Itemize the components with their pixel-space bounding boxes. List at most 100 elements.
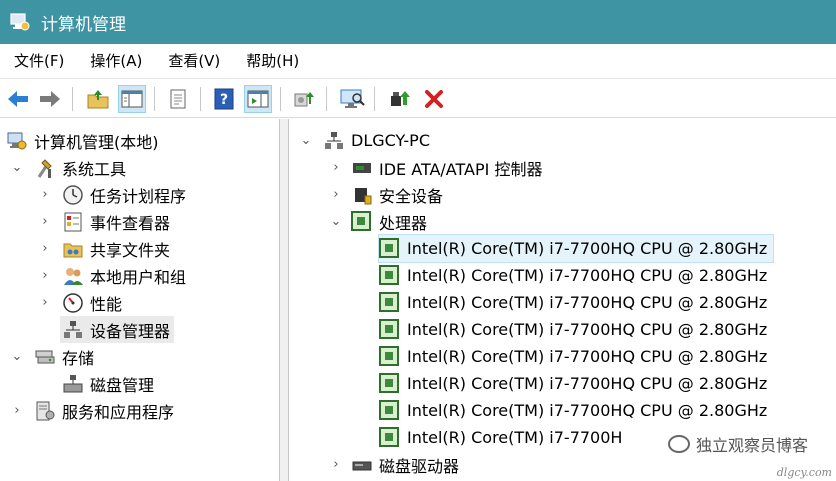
users-icon xyxy=(62,265,84,287)
tree-item-disk-management[interactable]: 磁盘管理 xyxy=(60,370,154,397)
computer-management-icon xyxy=(9,11,31,33)
tree-item-label: 存储 xyxy=(62,348,95,368)
help-icon[interactable]: ? xyxy=(210,85,238,113)
disk-management-icon xyxy=(62,373,84,395)
menu-view[interactable]: 查看(V) xyxy=(154,44,232,78)
device-label: Intel(R) Core(TM) i7-7700HQ CPU @ 2.80GH… xyxy=(407,320,768,339)
chevron-right-icon[interactable]: › xyxy=(10,403,24,418)
chevron-down-icon[interactable]: ⌄ xyxy=(10,349,24,364)
tree-item-label: 事件查看器 xyxy=(90,213,171,233)
menu-bar: 文件(F) 操作(A) 查看(V) 帮助(H) xyxy=(0,44,836,78)
tree-item-label: 计算机管理(本地) xyxy=(34,132,159,152)
tree-item-performance[interactable]: › 性能 xyxy=(38,289,122,316)
device-item-cpu[interactable]: Intel(R) Core(TM) i7-7700H xyxy=(379,424,622,451)
tree-item-shared-folders[interactable]: › 共享文件夹 xyxy=(38,235,170,262)
tree-item-device-manager[interactable]: 设备管理器 xyxy=(60,316,175,343)
processor-icon xyxy=(379,399,401,422)
device-label: Intel(R) Core(TM) i7-7700H xyxy=(407,428,623,447)
chevron-right-icon[interactable]: › xyxy=(38,295,52,310)
toolbar-separator xyxy=(280,87,281,111)
device-label: 处理器 xyxy=(379,213,428,233)
device-category-processors[interactable]: ⌄ 处理器 xyxy=(329,208,427,235)
performance-gauge-icon xyxy=(62,292,84,314)
device-item-cpu[interactable]: Intel(R) Core(TM) i7-7700HQ CPU @ 2.80GH… xyxy=(379,343,767,370)
processor-icon xyxy=(379,264,401,287)
tree-item-services-apps[interactable]: › 服务和应用程序 xyxy=(10,397,174,424)
show-hide-tree-icon[interactable] xyxy=(118,85,146,113)
chevron-right-icon[interactable]: › xyxy=(38,187,52,202)
ide-controller-icon xyxy=(351,157,373,179)
enable-device-icon[interactable] xyxy=(386,85,414,113)
chevron-down-icon[interactable]: ⌄ xyxy=(329,214,343,229)
device-label: Intel(R) Core(TM) i7-7700HQ CPU @ 2.80GH… xyxy=(407,266,768,285)
device-item-cpu[interactable]: Intel(R) Core(TM) i7-7700HQ CPU @ 2.80GH… xyxy=(379,316,767,343)
back-arrow-icon[interactable] xyxy=(4,85,32,113)
event-log-icon xyxy=(62,211,84,233)
services-icon xyxy=(34,400,56,422)
chevron-down-icon[interactable]: ⌄ xyxy=(299,133,313,148)
tree-item-event-viewer[interactable]: › 事件查看器 xyxy=(38,208,170,235)
device-label: Intel(R) Core(TM) i7-7700HQ CPU @ 2.80GH… xyxy=(407,347,768,366)
console-tree: 计算机管理(本地) ⌄ 系统工具 › 任务计划程序 › 事件查看器 › 共享文件… xyxy=(0,119,280,481)
tree-item-label: 性能 xyxy=(90,294,123,314)
toolbar: ? xyxy=(0,78,836,118)
processor-icon xyxy=(379,426,401,449)
tree-item-system-tools[interactable]: ⌄ 系统工具 xyxy=(10,154,126,181)
device-item-cpu[interactable]: Intel(R) Core(TM) i7-7700HQ CPU @ 2.80GH… xyxy=(377,234,775,263)
chevron-right-icon[interactable]: › xyxy=(329,160,343,175)
processor-icon xyxy=(379,345,401,368)
tree-item-storage[interactable]: ⌄ 存储 xyxy=(10,343,94,370)
toolbar-separator xyxy=(326,87,327,111)
device-label: IDE ATA/ATAPI 控制器 xyxy=(379,159,543,179)
svg-text:?: ? xyxy=(220,92,228,108)
properties-icon[interactable] xyxy=(164,85,192,113)
device-item-cpu[interactable]: Intel(R) Core(TM) i7-7700HQ CPU @ 2.80GH… xyxy=(379,262,767,289)
tree-item-task-scheduler[interactable]: › 任务计划程序 xyxy=(38,181,186,208)
pane-splitter[interactable] xyxy=(280,119,288,481)
chevron-right-icon[interactable]: › xyxy=(38,268,52,283)
toolbar-separator xyxy=(154,87,155,111)
device-label: 安全设备 xyxy=(379,186,444,206)
chevron-right-icon[interactable]: › xyxy=(38,241,52,256)
processor-icon xyxy=(379,318,401,341)
tree-item-label: 共享文件夹 xyxy=(90,240,171,260)
chevron-right-icon[interactable]: › xyxy=(329,457,343,472)
device-item-cpu[interactable]: Intel(R) Core(TM) i7-7700HQ CPU @ 2.80GH… xyxy=(379,289,767,316)
scan-hardware-icon[interactable] xyxy=(338,85,366,113)
chevron-right-icon[interactable]: › xyxy=(38,214,52,229)
chat-bubble-icon xyxy=(667,435,690,453)
device-item-cpu[interactable]: Intel(R) Core(TM) i7-7700HQ CPU @ 2.80GH… xyxy=(379,370,767,397)
tree-item-label: 设备管理器 xyxy=(90,321,171,341)
toolbar-separator xyxy=(374,87,375,111)
device-root[interactable]: ⌄ DLGCY-PC xyxy=(299,127,430,154)
tree-item-label: 系统工具 xyxy=(62,159,127,179)
device-category-ide[interactable]: › IDE ATA/ATAPI 控制器 xyxy=(329,154,542,181)
menu-action[interactable]: 操作(A) xyxy=(76,44,154,78)
chevron-right-icon[interactable]: › xyxy=(329,187,343,202)
up-folder-icon[interactable] xyxy=(84,85,112,113)
disk-drive-icon xyxy=(351,454,373,476)
clock-icon xyxy=(62,184,84,206)
window-title: 计算机管理 xyxy=(41,14,126,35)
show-action-pane-icon[interactable] xyxy=(244,85,272,113)
device-category-security[interactable]: › 安全设备 xyxy=(329,181,443,208)
watermark: 独立观察员博客 xyxy=(667,432,808,456)
device-manager-icon xyxy=(62,319,84,341)
menu-help[interactable]: 帮助(H) xyxy=(232,44,311,78)
uninstall-device-icon[interactable] xyxy=(420,85,448,113)
tree-root[interactable]: 计算机管理(本地) xyxy=(6,127,159,154)
tree-item-label: 磁盘管理 xyxy=(90,375,155,395)
device-label: Intel(R) Core(TM) i7-7700HQ CPU @ 2.80GH… xyxy=(407,374,768,393)
shared-folder-icon xyxy=(62,238,84,260)
device-category-disk-drives[interactable]: › 磁盘驱动器 xyxy=(329,451,459,478)
storage-icon xyxy=(34,346,56,368)
menu-file[interactable]: 文件(F) xyxy=(0,44,76,78)
device-label: Intel(R) Core(TM) i7-7700HQ CPU @ 2.80GH… xyxy=(407,401,768,420)
device-item-cpu[interactable]: Intel(R) Core(TM) i7-7700HQ CPU @ 2.80GH… xyxy=(379,397,767,424)
watermark-url: dlgcy.com xyxy=(776,466,832,479)
forward-arrow-icon[interactable] xyxy=(36,85,64,113)
processor-icon xyxy=(379,237,401,260)
update-driver-icon[interactable] xyxy=(290,85,318,113)
tree-item-local-users[interactable]: › 本地用户和组 xyxy=(38,262,186,289)
chevron-down-icon[interactable]: ⌄ xyxy=(10,160,24,175)
